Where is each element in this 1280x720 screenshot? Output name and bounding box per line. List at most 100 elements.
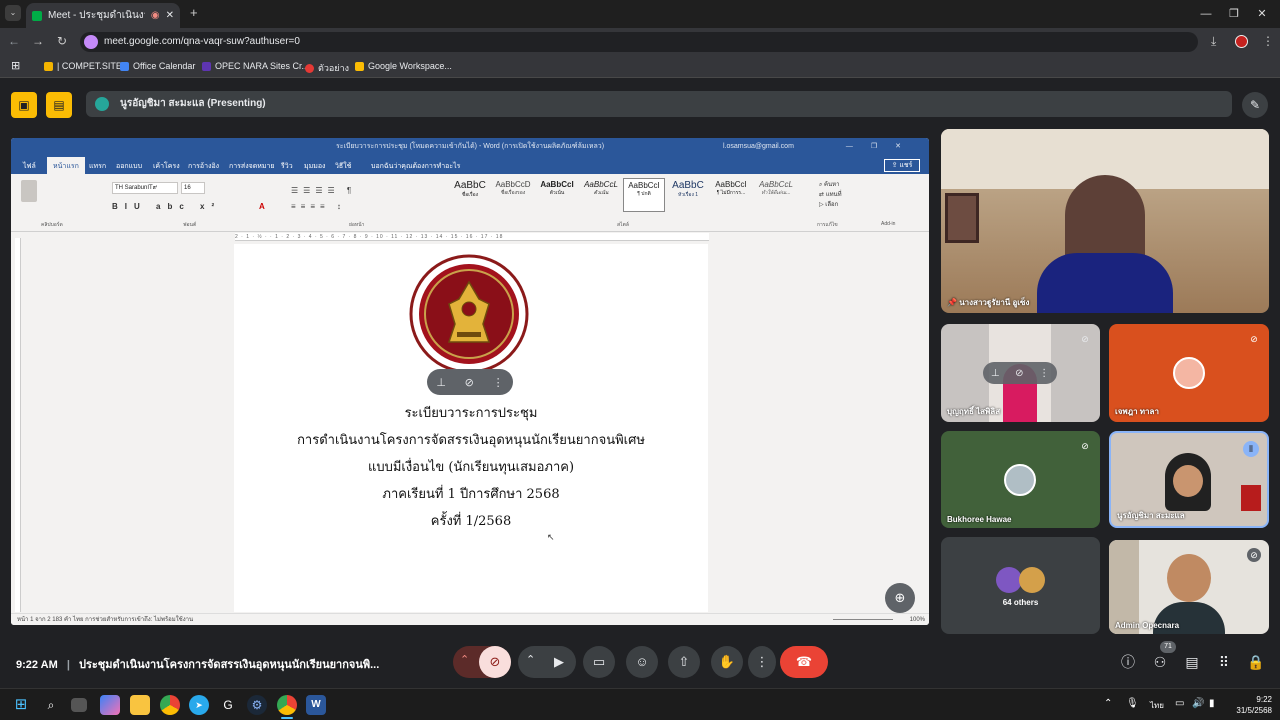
chat-icon[interactable]: ▤ (1182, 652, 1202, 672)
minimize-icon[interactable]: — (1196, 4, 1216, 24)
style-item-selected[interactable]: AaBbCcI ¶ ปกติ (623, 178, 665, 212)
word-tab-view[interactable]: มุมมอง (304, 161, 325, 172)
apps-grid-icon[interactable]: ⊞ (11, 59, 20, 72)
style-item[interactable]: AaBbCcL ทำให้ดีเด่นเ... (753, 180, 799, 197)
others-tile[interactable]: 64 others (941, 537, 1100, 634)
style-item[interactable]: AaBbCcD ชื่อเรื่องรอง (491, 180, 535, 197)
activities-icon[interactable]: ⠿ (1214, 652, 1234, 672)
reload-icon[interactable]: ↻ (57, 34, 67, 48)
more-options-icon[interactable]: ⋮ (1039, 368, 1049, 379)
telegram-icon[interactable]: ➤ (189, 695, 209, 715)
word-tab-help[interactable]: วิธีใช้ (335, 161, 351, 172)
people-icon[interactable]: ⚇ (1150, 652, 1170, 672)
emoji-reaction-icon[interactable]: ☺ (626, 646, 658, 678)
word-tab-file[interactable]: ไฟล์ (23, 161, 36, 172)
raise-hand-icon[interactable]: ✋ (711, 646, 743, 678)
bookmark-office-calendar[interactable]: Office Calendar (120, 61, 195, 71)
participant-tile-speaking[interactable]: ⦀ นูรอัญชิมา สะมะแล (1109, 431, 1269, 528)
style-item[interactable]: AaBbC หัวเรื่อง 1 (667, 180, 709, 199)
input-language[interactable]: ไทย (1150, 699, 1164, 712)
more-options-icon[interactable]: ⋮ (493, 376, 504, 389)
file-explorer-icon[interactable] (130, 695, 150, 715)
new-tab-button[interactable]: + (190, 5, 198, 20)
more-options-icon[interactable]: ⋮ (748, 646, 776, 678)
present-layout-icon[interactable]: ▤ (46, 92, 72, 118)
present-now-icon[interactable]: ⇧ (668, 646, 700, 678)
task-view-icon[interactable] (71, 698, 87, 712)
windows-start-icon[interactable]: ⊞ (11, 695, 31, 715)
tab-meet[interactable]: Meet - ประชุมดำเนินงานโครงการ ◉ ✕ (26, 3, 180, 28)
steam-icon[interactable]: ⚙ (247, 695, 267, 715)
bookmark-compet[interactable]: | COMPET.SITE (44, 61, 122, 71)
style-item[interactable]: AaBbCcI ¶ ไม่มีการร... (709, 180, 753, 197)
styles-gallery[interactable]: AaBbC ชื่อเรื่อง AaBbCcD ชื่อเรื่องรอง AaB… (449, 178, 801, 212)
style-item[interactable]: AaBbCcL ตัวเน้น (579, 180, 623, 197)
meeting-details-icon[interactable]: ⓘ (1118, 652, 1138, 672)
word-tab-mailings[interactable]: การส่งจดหมาย (229, 161, 275, 172)
captions-icon[interactable]: ▭ (583, 646, 615, 678)
select-button[interactable]: ▷ เลือก (819, 200, 842, 210)
participant-tile-main[interactable]: 📌 นางสาวฐูรัยานี อูเซ็ง (941, 129, 1269, 313)
chrome-icon[interactable] (160, 695, 180, 715)
zoom-in-button[interactable]: ⊕ (885, 583, 915, 613)
search-icon[interactable]: ⌕ (41, 695, 61, 715)
tray-mic-icon[interactable]: 🎙 (1126, 698, 1139, 709)
word-tab-references[interactable]: การอ้างอิง (188, 161, 219, 172)
horizontal-ruler[interactable]: 2 · 1 · ½ · · 1 · 2 · 3 · 4 · 5 · 6 · 7 … (235, 233, 709, 241)
chrome-active-icon[interactable] (277, 695, 297, 715)
address-bar[interactable]: meet.google.com/qna-vaqr-suw?authuser=0 (80, 32, 1198, 52)
host-controls-icon[interactable]: 🔒 (1246, 652, 1266, 672)
word-tab-review[interactable]: รีวิว (281, 161, 293, 172)
align-buttons[interactable]: ≡≡≡≡ ↕ (291, 202, 346, 211)
participant-tile[interactable]: ⊘ Admin Opecnara (1109, 540, 1269, 634)
clock[interactable]: 9:22 31/5/2568 (1226, 694, 1272, 716)
style-item[interactable]: AaBbC ชื่อเรื่อง (449, 180, 491, 199)
word-zoom-slider[interactable] (833, 619, 893, 620)
paragraph-buttons[interactable]: ☰☰☰☰ ¶ (291, 186, 356, 195)
microphone-off-icon[interactable]: ⊘ (479, 646, 511, 678)
profile-avatar[interactable] (1235, 35, 1248, 48)
font-format-buttons[interactable]: BIU abc x² (112, 202, 221, 211)
hide-tile-icon[interactable]: ⊘ (465, 376, 474, 389)
participant-tile[interactable]: ⊥ ⊘ ⋮ ⊘ บุญฤทธิ์ ไสพิลิส (941, 324, 1100, 422)
replace-button[interactable]: ⇄ แทนที่ (819, 190, 842, 200)
bookmark-example[interactable]: ตัวอย่าง (305, 61, 349, 75)
font-name-field[interactable]: TH SarabunIT๙ (112, 182, 178, 194)
tab-close-icon[interactable]: ✕ (166, 10, 174, 21)
leave-call-button[interactable]: ☎ (780, 646, 828, 678)
word-tab-home[interactable]: หน้าแรก (47, 157, 85, 174)
annotate-icon[interactable]: ✎ (1242, 92, 1268, 118)
document-page[interactable]: ⊥ ⊘ ⋮ ระเบียบวาระการประชุม การดำเนินงานโ… (234, 244, 708, 612)
restore-icon[interactable]: ❐ (1224, 4, 1244, 24)
word-tab-layout[interactable]: เค้าโครง (153, 161, 180, 172)
word-icon[interactable]: W (306, 695, 326, 715)
word-tell-me[interactable]: บอกฉันว่าคุณต้องการทำอะไร (371, 161, 460, 172)
tray-overflow-icon[interactable]: ⌃ (1104, 698, 1112, 709)
forward-icon[interactable]: → (32, 34, 44, 48)
menu-icon[interactable]: ⋮ (1262, 34, 1274, 48)
hide-tile-icon[interactable]: ⊘ (1015, 368, 1023, 379)
back-icon[interactable]: ← (8, 34, 20, 48)
bookmark-google-workspace[interactable]: Google Workspace... (355, 61, 452, 71)
style-item[interactable]: AaBbCcI ตัวเน้น (535, 180, 579, 197)
pin-icon[interactable]: ⊥ (436, 376, 446, 389)
bookmark-opec-sites[interactable]: OPEC NARA Sites Cr... (202, 61, 309, 71)
battery-icon[interactable]: ▮ (1209, 698, 1215, 709)
find-button[interactable]: ⌕ ค้นหา (819, 180, 842, 190)
volume-icon[interactable]: 🔊 (1192, 698, 1204, 709)
app-icon[interactable]: G (218, 695, 238, 715)
participant-tile[interactable]: ⊘ Bukhoree Hawae (941, 431, 1100, 528)
audio-options-icon[interactable]: ⌃ (460, 653, 469, 666)
stop-presenting-icon[interactable]: ▣ (11, 92, 37, 118)
site-info-icon[interactable] (84, 35, 98, 49)
word-share-button[interactable]: ⇪ แชร์ (884, 159, 920, 172)
participant-tile[interactable]: ⊘ เจพฎา ทาลา (1109, 324, 1269, 422)
pin-icon[interactable]: ⊥ (991, 368, 1000, 379)
camera-icon[interactable]: ▶ (543, 646, 575, 678)
download-icon[interactable]: ⤓ (1211, 34, 1216, 49)
paste-icon[interactable] (21, 180, 37, 202)
word-tab-design[interactable]: ออกแบบ (116, 161, 142, 172)
copilot-icon[interactable] (100, 695, 120, 715)
close-window-icon[interactable]: ✕ (1252, 4, 1272, 24)
font-size-field[interactable]: 16 (181, 182, 205, 194)
